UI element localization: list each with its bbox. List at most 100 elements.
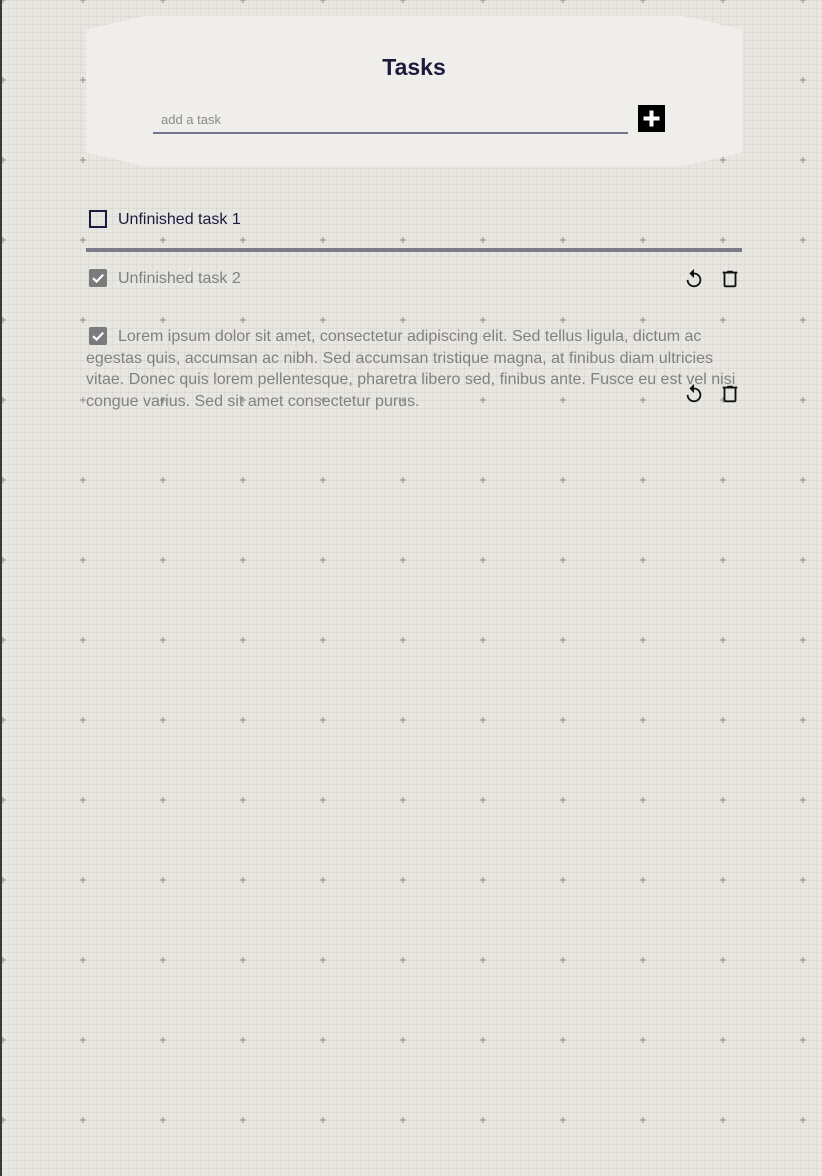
grid-plus-mark [800, 317, 806, 323]
grid-plus-mark [240, 1117, 246, 1123]
grid-plus-mark [2, 0, 6, 3]
grid-plus-mark [800, 157, 806, 163]
grid-plus-mark [320, 957, 326, 963]
grid-plus-mark [640, 557, 646, 563]
grid-plus-mark [720, 877, 726, 883]
plus-icon [643, 110, 660, 127]
grid-plus-mark [400, 717, 406, 723]
restore-button[interactable] [682, 267, 706, 291]
grid-plus-mark [720, 957, 726, 963]
grid-plus-mark [160, 877, 166, 883]
add-task-button[interactable] [638, 105, 665, 132]
grid-plus-mark [160, 557, 166, 563]
grid-plus-mark [480, 797, 486, 803]
grid-plus-mark [240, 477, 246, 483]
grid-plus-mark [640, 957, 646, 963]
grid-plus-mark [80, 797, 86, 803]
grid-plus-mark [2, 157, 6, 163]
grid-plus-mark [720, 1117, 726, 1123]
grid-plus-mark [800, 877, 806, 883]
grid-plus-mark [640, 797, 646, 803]
add-task-input[interactable] [153, 106, 628, 134]
grid-plus-mark [2, 957, 6, 963]
task-label: Lorem ipsum dolor sit amet, consectetur … [86, 328, 736, 410]
grid-plus-mark [2, 557, 6, 563]
grid-plus-mark [160, 797, 166, 803]
trash-icon [722, 270, 738, 288]
grid-plus-mark [2, 717, 6, 723]
grid-plus-mark [80, 1117, 86, 1123]
grid-plus-mark [320, 877, 326, 883]
grid-plus-mark [480, 557, 486, 563]
grid-plus-mark [400, 557, 406, 563]
list-item: Unfinished task 2 [86, 268, 742, 325]
grid-plus-mark [160, 637, 166, 643]
grid-plus-mark [400, 797, 406, 803]
grid-plus-mark [320, 717, 326, 723]
grid-plus-mark [80, 637, 86, 643]
grid-plus-mark [2, 797, 6, 803]
grid-plus-mark [560, 877, 566, 883]
grid-plus-mark [160, 1037, 166, 1043]
grid-plus-mark [480, 1037, 486, 1043]
grid-plus-mark [800, 237, 806, 243]
grid-plus-mark [720, 637, 726, 643]
restore-button[interactable] [682, 382, 706, 406]
grid-plus-mark [480, 477, 486, 483]
grid-plus-mark [480, 717, 486, 723]
grid-plus-mark [640, 877, 646, 883]
checkmark-icon [92, 331, 105, 342]
grid-plus-mark [160, 0, 166, 3]
list-item: Lorem ipsum dolor sit amet, consectetur … [86, 325, 742, 412]
grid-plus-mark [400, 877, 406, 883]
task-actions [682, 382, 742, 406]
grid-plus-mark [240, 1037, 246, 1043]
grid-plus-mark [160, 717, 166, 723]
grid-plus-mark [720, 717, 726, 723]
grid-plus-mark [320, 557, 326, 563]
grid-plus-mark [80, 0, 86, 3]
grid-plus-mark [800, 477, 806, 483]
grid-plus-mark [400, 1037, 406, 1043]
task-checkbox[interactable] [89, 210, 107, 228]
grid-plus-mark [800, 797, 806, 803]
delete-button[interactable] [718, 382, 742, 406]
grid-plus-mark [80, 1037, 86, 1043]
grid-plus-mark [240, 797, 246, 803]
grid-plus-mark [560, 1037, 566, 1043]
grid-plus-mark [2, 317, 6, 323]
delete-button[interactable] [718, 267, 742, 291]
grid-plus-mark [800, 557, 806, 563]
grid-plus-mark [400, 477, 406, 483]
grid-plus-mark [720, 0, 726, 3]
grid-plus-mark [480, 0, 486, 3]
task-checkbox[interactable] [89, 327, 107, 345]
grid-plus-mark [720, 1037, 726, 1043]
divider [86, 248, 742, 252]
grid-plus-mark [80, 877, 86, 883]
grid-plus-mark [800, 77, 806, 83]
task-checkbox[interactable] [89, 269, 107, 287]
grid-plus-mark [320, 0, 326, 3]
grid-plus-mark [800, 397, 806, 403]
task-label: Unfinished task 1 [118, 211, 241, 228]
grid-plus-mark [640, 637, 646, 643]
grid-plus-mark [800, 1037, 806, 1043]
grid-plus-mark [320, 797, 326, 803]
grid-plus-mark [2, 877, 6, 883]
grid-plus-mark [480, 1117, 486, 1123]
grid-plus-mark [240, 877, 246, 883]
task-actions [682, 267, 742, 291]
list-item: Unfinished task 1 [86, 204, 742, 248]
grid-plus-mark [2, 1037, 6, 1043]
grid-plus-mark [160, 1117, 166, 1123]
grid-plus-mark [160, 957, 166, 963]
grid-plus-mark [320, 477, 326, 483]
grid-plus-mark [320, 637, 326, 643]
grid-plus-mark [400, 957, 406, 963]
grid-plus-mark [480, 637, 486, 643]
grid-plus-mark [240, 957, 246, 963]
grid-plus-mark [720, 557, 726, 563]
todo-app: Tasks Unfinished task 1 Unfinished task … [86, 16, 742, 410]
grid-plus-mark [560, 797, 566, 803]
